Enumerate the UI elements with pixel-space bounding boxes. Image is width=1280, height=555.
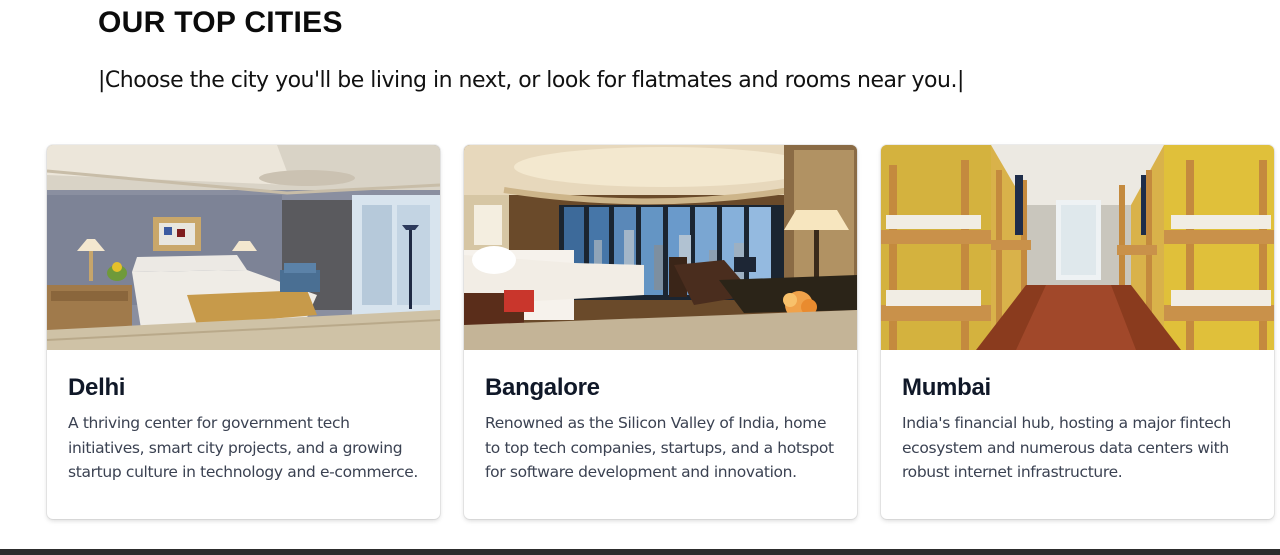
- delhi-hotel-room-image: [47, 145, 440, 350]
- mumbai-hostel-dorm-image: [881, 145, 1274, 350]
- city-description: India's financial hub, hosting a major f…: [902, 414, 1232, 481]
- city-card-mumbai[interactable]: Mumbai India's financial hub, hosting a …: [881, 145, 1274, 519]
- city-name: Delhi: [68, 374, 126, 401]
- section-title: OUR TOP CITIES: [98, 6, 343, 39]
- city-card-delhi[interactable]: Delhi A thriving center for government t…: [47, 145, 440, 519]
- city-description: Renowned as the Silicon Valley of India,…: [485, 414, 834, 481]
- city-cards: Delhi A thriving center for government t…: [47, 145, 1274, 519]
- bangalore-hotel-room-image: [464, 145, 857, 350]
- bottom-divider: [0, 549, 1280, 555]
- city-description: A thriving center for government tech in…: [68, 414, 419, 481]
- section-subtitle: |Choose the city you'll be living in nex…: [98, 68, 964, 93]
- city-name: Mumbai: [902, 374, 991, 401]
- city-card-bangalore[interactable]: Bangalore Renowned as the Silicon Valley…: [464, 145, 857, 519]
- city-name: Bangalore: [485, 374, 600, 401]
